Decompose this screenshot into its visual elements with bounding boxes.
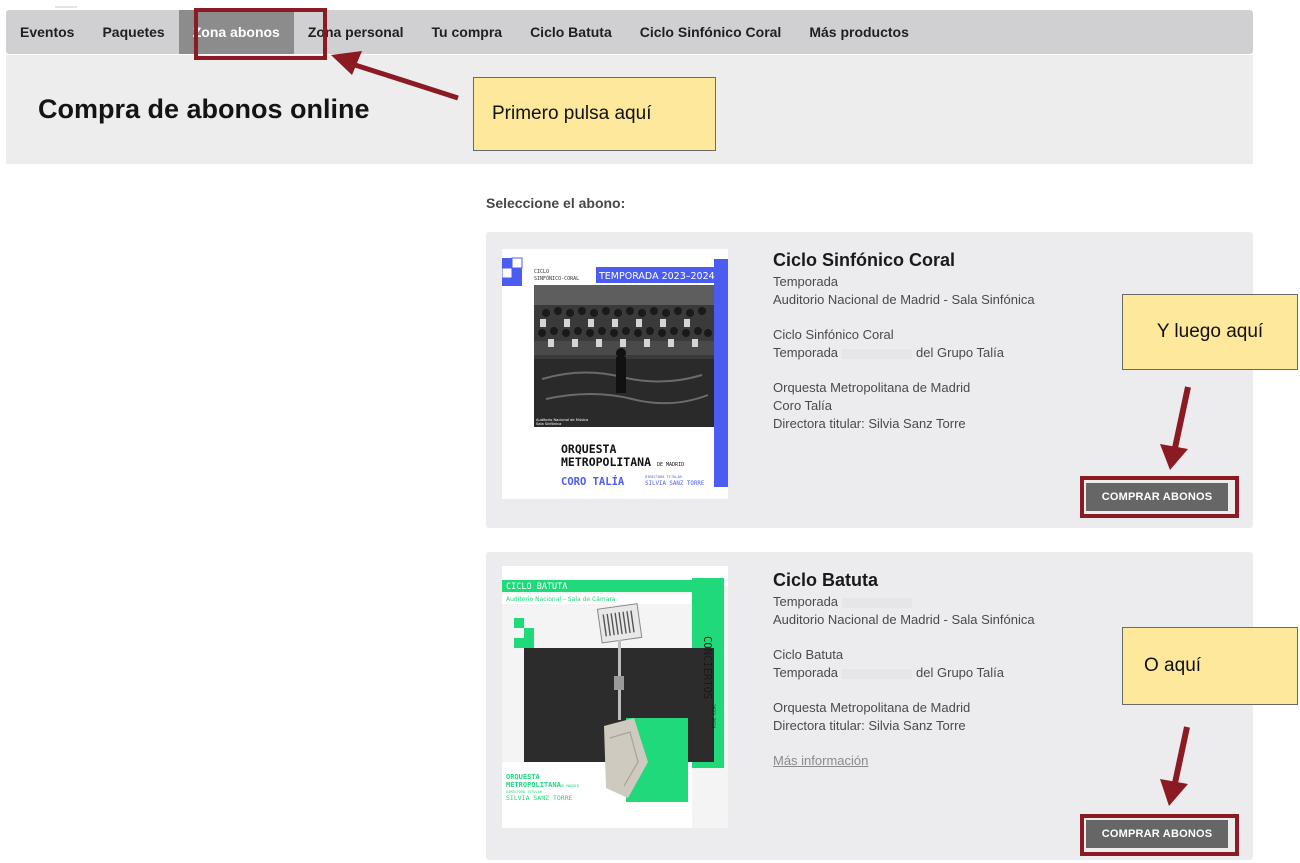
card-venue: Auditorio Nacional de Madrid - Sala Sinf…	[773, 612, 1035, 627]
section-label: Seleccione el abono:	[486, 195, 626, 211]
card-season-suffix: del Grupo Talía	[916, 345, 1004, 360]
card-season-group: Temporada	[773, 593, 1133, 611]
poster-season-badge: TEMPORADA 2023–2024	[598, 271, 715, 282]
poster-venue-small-2: Sala Sinfónica	[536, 422, 561, 426]
card-performer: Coro Talía	[773, 398, 833, 413]
nav-top-marker	[55, 6, 77, 8]
card-season: Temporada	[773, 274, 839, 289]
highlight-zona-abonos	[194, 8, 327, 60]
card-season-prefix: Temporada	[773, 345, 839, 360]
card-season-group: Temporada del Grupo Talía	[773, 664, 1133, 682]
nav-item-tu-compra[interactable]: Tu compra	[418, 10, 517, 54]
poster-sinfonico-coral[interactable]: CICLO SINFÓNICO-CORAL TEMPORADA 2023–202…	[502, 249, 728, 499]
card-title: Ciclo Sinfónico Coral	[773, 250, 956, 270]
highlight-comprar-button-2	[1080, 814, 1239, 856]
callout-luego: Y luego aquí	[1122, 294, 1298, 370]
card-performer: Directora titular: Silvia Sanz Torre	[773, 416, 966, 431]
card-venue: Auditorio Nacional de Madrid - Sala Sinf…	[773, 292, 1035, 307]
nav-item-paquetes[interactable]: Paquetes	[88, 10, 178, 54]
card-season-group: Temporada del Grupo Talía	[773, 344, 1133, 362]
poster-director: SILVIA SANZ TORRE	[506, 794, 573, 802]
poster-venue-tag: Auditorio Nacional – Sala de Cámara	[506, 596, 616, 603]
callout-primero: Primero pulsa aquí	[473, 77, 716, 151]
poster-tag-top: CICLO	[534, 269, 549, 275]
poster-sinfonico-coral-art: CICLO SINFÓNICO-CORAL TEMPORADA 2023–202…	[502, 249, 728, 499]
callout-o-aqui: O aquí	[1122, 627, 1298, 705]
mas-informacion-link[interactable]: Más información	[773, 753, 868, 768]
card-performer: Orquesta Metropolitana de Madrid	[773, 700, 971, 715]
nav-item-mas-productos[interactable]: Más productos	[795, 10, 923, 54]
nav-item-ciclo-batuta[interactable]: Ciclo Batuta	[516, 10, 626, 54]
redacted-season	[842, 348, 913, 359]
card-title: Ciclo Batuta	[773, 570, 879, 590]
poster-batuta-art: CICLO BATUTA Auditorio Nacional – Sala d…	[502, 566, 728, 828]
card-performer: Directora titular: Silvia Sanz Torre	[773, 718, 966, 733]
poster-director: SILVIA SANZ TORRE	[645, 481, 705, 487]
redacted-season	[842, 597, 913, 608]
card-performer: Orquesta Metropolitana de Madrid	[773, 380, 971, 395]
poster-tag-bottom: SINFÓNICO-CORAL	[534, 275, 579, 282]
poster-vertical-small: 2023 2024	[710, 704, 716, 729]
poster-orchestra-1: ORQUESTA	[561, 442, 616, 456]
poster-orchestra-suffix: DE MADRID	[560, 784, 579, 788]
card-season-prefix: Temporada	[773, 665, 839, 680]
nav-item-ciclo-sinfonico-coral[interactable]: Ciclo Sinfónico Coral	[626, 10, 796, 54]
poster-cycle-tag: CICLO BATUTA	[506, 582, 567, 592]
nav-item-eventos[interactable]: Eventos	[6, 10, 88, 54]
card-season-suffix: del Grupo Talía	[916, 665, 1004, 680]
poster-director-label: DIRECTORA TITULAR	[645, 475, 683, 479]
highlight-comprar-button-1	[1080, 476, 1239, 518]
card-cycle: Ciclo Sinfónico Coral	[773, 327, 894, 342]
card-season: Temporada	[773, 594, 839, 609]
poster-orchestra-suffix: DE MADRID	[657, 462, 684, 468]
poster-batuta[interactable]: CICLO BATUTA Auditorio Nacional – Sala d…	[502, 566, 728, 828]
page-title: Compra de abonos online	[38, 94, 370, 124]
redacted-season	[842, 668, 913, 679]
card-info-sinfonico-coral: Ciclo Sinfónico Coral Temporada Auditori…	[773, 250, 1133, 433]
poster-choir: CORO TALÍA	[561, 475, 625, 488]
poster-vertical-text: CONCIERTOS	[701, 636, 713, 699]
card-cycle: Ciclo Batuta	[773, 647, 844, 662]
poster-orchestra-1: ORQUESTA	[506, 773, 541, 781]
poster-orchestra-2: METROPOLITANA	[561, 455, 651, 469]
card-info-batuta: Ciclo Batuta Temporada Auditorio Naciona…	[773, 570, 1133, 770]
poster-orchestra-2: METROPOLITANA	[506, 781, 562, 789]
